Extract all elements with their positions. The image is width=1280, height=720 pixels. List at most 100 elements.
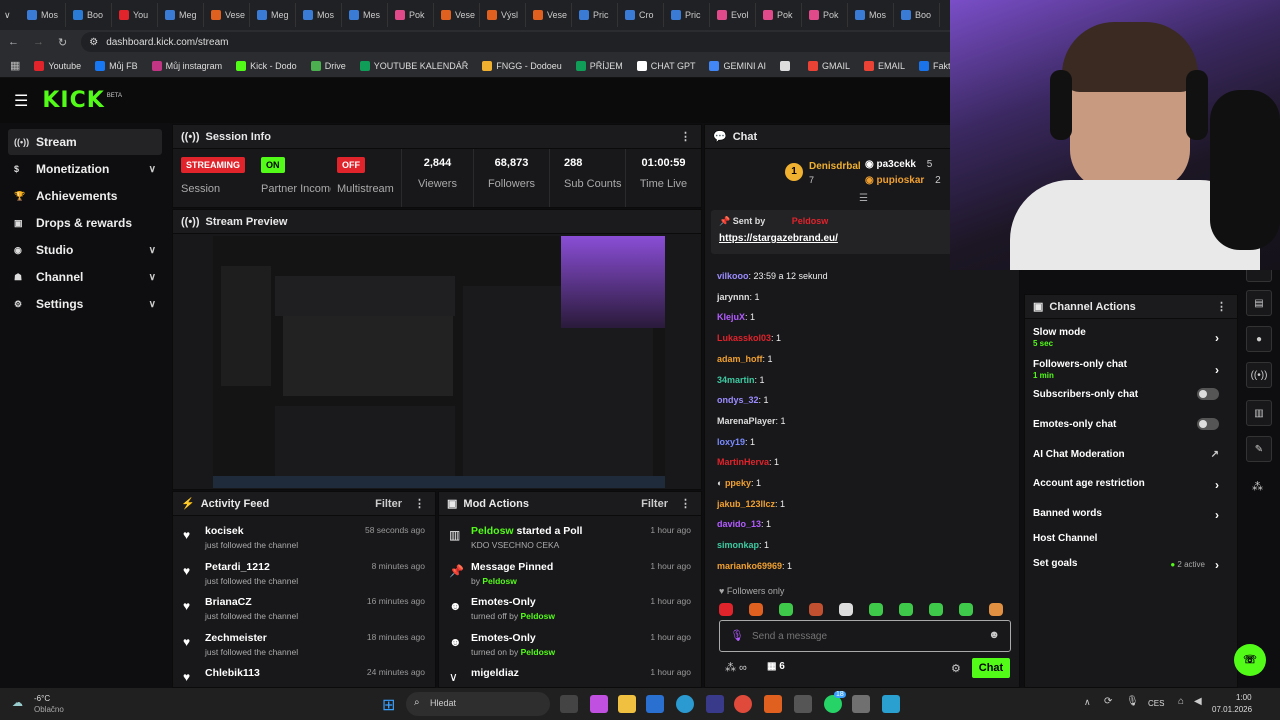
language[interactable]: CES (1148, 699, 1164, 708)
chat-username[interactable]: MarenaPlayer (717, 416, 776, 426)
multistream-badge[interactable]: OFF (337, 157, 365, 173)
chat-username[interactable]: ppeky (725, 478, 751, 488)
chat-username[interactable]: jarynnn (717, 292, 750, 302)
chat-message[interactable]: KlejuX: 1 (717, 312, 755, 322)
chat-send-button[interactable]: Chat (972, 658, 1010, 678)
bookmark-item[interactable]: PŘÍJEM (575, 60, 623, 71)
mod-by-user[interactable]: Peldosw (520, 611, 554, 621)
menu-icon[interactable]: ☰ (14, 91, 28, 111)
activity-user[interactable]: BrianaCZ (205, 596, 252, 608)
emoji-icon[interactable]: ☻ (988, 629, 1000, 641)
browser-tab[interactable]: Cro (620, 3, 664, 27)
kick-logo[interactable]: KICK (42, 88, 104, 113)
taskbar-search[interactable]: Hledat (406, 692, 550, 716)
url-field[interactable]: ⚙ dashboard.kick.com/stream (81, 32, 962, 52)
chat-message[interactable]: marianko69969: 1 (717, 561, 792, 571)
mic-tray-icon[interactable]: 🎙 (1126, 696, 1139, 707)
emote-icon[interactable] (809, 603, 823, 616)
gifter-row[interactable]: ◉ pa3cekk 5 (865, 159, 932, 170)
capcut-icon[interactable] (794, 695, 812, 713)
explorer-icon[interactable] (618, 695, 636, 713)
stream-preview-video[interactable] (213, 236, 665, 488)
browser-tab[interactable]: Mos (850, 3, 894, 27)
chat-username[interactable]: loxy19 (717, 437, 745, 447)
sidebar-item-drops-rewards[interactable]: ▣ Drops & rewards (8, 210, 162, 236)
partner-income-badge[interactable]: ON (261, 157, 285, 173)
back-icon[interactable]: ← (8, 36, 19, 48)
browser-tab[interactable]: Boo (68, 3, 112, 27)
chat-username[interactable]: 34martin (717, 375, 755, 385)
channel-action-ai-chat-moderation[interactable]: AI Chat Moderation ↗ (1033, 449, 1231, 473)
emote-icon[interactable] (869, 603, 883, 616)
channel-action-banned-words[interactable]: Banned words › (1033, 508, 1231, 532)
browser-tab[interactable]: Mes (344, 3, 388, 27)
channel-action-slow-mode[interactable]: Slow mode 5 sec › (1033, 327, 1231, 351)
bookmark-item[interactable]: Youtube (34, 60, 81, 71)
more-icon[interactable]: ⋮ (680, 497, 691, 510)
chat-message[interactable]: jarynnn: 1 (717, 292, 760, 302)
browser-tab[interactable]: Vese (528, 3, 572, 27)
activity-row[interactable]: ♥ BrianaCZ just followed the channel 16 min… (173, 593, 433, 629)
emote-icon[interactable] (719, 603, 733, 616)
mic-icon[interactable]: 🎙 (730, 629, 744, 642)
bookmark-item[interactable]: GEMINI AI (709, 60, 766, 71)
tab-list-icon[interactable]: ∨ (4, 10, 20, 21)
channel-action-set-goals[interactable]: Set goals › ● 2 active (1033, 558, 1231, 582)
mod-action-row[interactable]: ▥ Peldosw started a Poll KDO VSECHNO CEKA 1… (439, 522, 699, 558)
chat-message[interactable]: loxy19: 1 (717, 437, 755, 447)
chat-message[interactable]: ◐ ppeky: 1 (717, 478, 761, 488)
rail-users-icon[interactable]: ⁂ (1252, 480, 1263, 493)
channel-action-emotes-only-chat[interactable]: Emotes-only chat (1033, 418, 1231, 443)
rail-broadcast-icon[interactable]: ((•)) (1246, 362, 1272, 388)
brave-icon[interactable] (764, 695, 782, 713)
chevron-right-icon[interactable]: › (1215, 331, 1219, 345)
chat-username[interactable]: MartinHerva (717, 457, 769, 467)
bookmark-item[interactable]: CHAT GPT (636, 60, 695, 71)
sidebar-item-settings[interactable]: ⚙ Settings ∨ (8, 291, 162, 317)
mod-action-row[interactable]: ∨ migeldiaz 1 hour ago (439, 664, 699, 687)
rail-chat-icon[interactable]: ● (1246, 326, 1272, 352)
browser-tab[interactable]: You (114, 3, 158, 27)
browser-tab[interactable]: Pric (666, 3, 710, 27)
chat-message[interactable]: ondys_32: 1 (717, 395, 769, 405)
clock-time[interactable]: 1:00 (1236, 693, 1252, 702)
mod-filter-button[interactable]: Filter (641, 498, 668, 510)
edge-icon[interactable] (676, 695, 694, 713)
rail-save-icon[interactable]: ▤ (1246, 290, 1272, 316)
browser-tab[interactable]: Mos (298, 3, 342, 27)
emote-icon[interactable] (779, 603, 793, 616)
emote-icon[interactable] (929, 603, 943, 616)
browser-tab[interactable]: Meg (160, 3, 204, 27)
browser-tab[interactable]: Meg (252, 3, 296, 27)
gift-counter[interactable]: ▦ 6 (767, 661, 785, 672)
app-icon[interactable] (706, 695, 724, 713)
chat-username[interactable]: marianko69969 (717, 561, 782, 571)
gifter-row[interactable]: ◉ pupioskar 2 (865, 175, 941, 186)
chat-username[interactable]: davido_13 (717, 519, 761, 529)
browser-tab[interactable]: Evol (712, 3, 756, 27)
chat-message[interactable]: MartinHerva: 1 (717, 457, 779, 467)
support-button[interactable]: ☏ (1234, 644, 1266, 676)
chat-message[interactable]: jakub_123llcz: 1 (717, 499, 785, 509)
chat-input[interactable] (752, 627, 972, 645)
activity-user[interactable]: Petardi_1212 (205, 561, 270, 573)
mod-actor[interactable]: Peldosw (471, 525, 514, 537)
chat-username[interactable]: Lukasskol03 (717, 333, 771, 343)
external-link-icon[interactable]: ↗ (1211, 449, 1219, 460)
activity-row[interactable]: ♥ kocisek just followed the channel 58 seco… (173, 522, 433, 558)
chat-message[interactable]: Lukasskol03: 1 (717, 333, 781, 343)
more-icon[interactable]: ⋮ (414, 497, 425, 510)
chrome-icon[interactable] (734, 695, 752, 713)
activity-user[interactable]: Zechmeister (205, 632, 267, 644)
activity-row[interactable]: ♥ Petardi_1212 just followed the channel 8 … (173, 558, 433, 594)
channel-action-subscribers-only-chat[interactable]: Subscribers-only chat (1033, 388, 1231, 413)
emote-icon[interactable] (749, 603, 763, 616)
calculator-icon[interactable] (852, 695, 870, 713)
chevron-down-icon[interactable]: ∨ (149, 299, 156, 310)
emote-icon[interactable] (839, 603, 853, 616)
network-icon[interactable]: ⌂ (1178, 696, 1184, 707)
chevron-down-icon[interactable]: ∨ (149, 272, 156, 283)
chat-message[interactable]: davido_13: 1 (717, 519, 771, 529)
browser-tab[interactable]: Pok (758, 3, 802, 27)
sync-icon[interactable]: ⟳ (1104, 696, 1112, 707)
